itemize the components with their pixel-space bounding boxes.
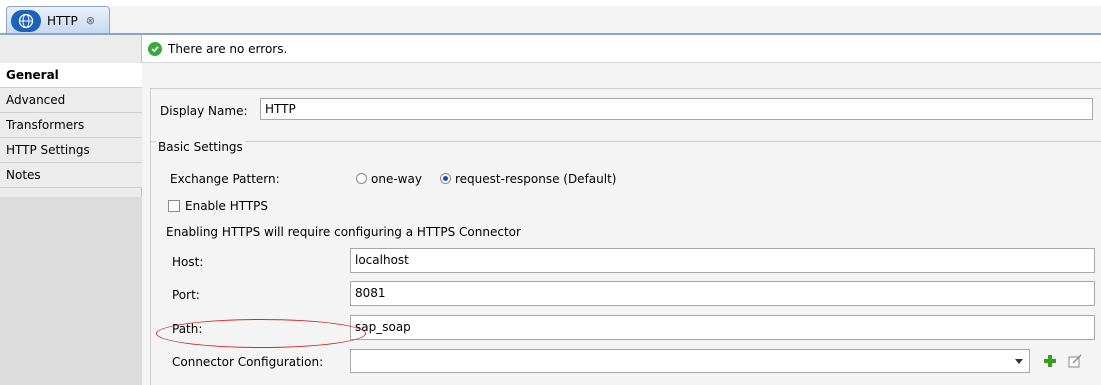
- nav-empty-area: [0, 197, 142, 385]
- connector-config-label: Connector Configuration:: [172, 355, 324, 369]
- nav-item-transformers[interactable]: Transformers: [0, 113, 142, 138]
- exchange-pattern-label: Exchange Pattern:: [170, 172, 280, 186]
- radio-one-way-label[interactable]: one-way: [371, 172, 422, 186]
- chevron-down-icon[interactable]: [1015, 359, 1023, 364]
- section-nav: General Advanced Transformers HTTP Setti…: [0, 63, 143, 188]
- display-name-label: Display Name:: [160, 104, 248, 118]
- tab-bar-background: [110, 6, 1101, 33]
- status-message: There are no errors.: [168, 41, 288, 56]
- enable-https-label[interactable]: Enable HTTPS: [185, 199, 268, 213]
- nav-item-general[interactable]: General: [0, 63, 143, 88]
- globe-icon: [11, 9, 41, 32]
- edit-icon[interactable]: [1068, 354, 1082, 368]
- path-input[interactable]: sap_soap: [350, 315, 1095, 340]
- radio-request-response-label[interactable]: request-response (Default): [455, 172, 616, 186]
- connector-config-select[interactable]: [350, 349, 1030, 373]
- radio-one-way[interactable]: [356, 173, 367, 184]
- nav-item-http-settings[interactable]: HTTP Settings: [0, 138, 142, 163]
- nav-item-notes[interactable]: Notes: [0, 163, 142, 188]
- host-input[interactable]: localhost: [350, 248, 1095, 273]
- tab-label: HTTP: [47, 13, 78, 28]
- enable-https-checkbox[interactable]: [168, 200, 180, 212]
- nav-item-advanced[interactable]: Advanced: [0, 88, 142, 113]
- tab-http[interactable]: HTTP ⊗: [6, 6, 110, 34]
- port-label: Port:: [172, 288, 200, 302]
- display-name-input[interactable]: HTTP: [260, 98, 1093, 120]
- add-icon[interactable]: [1043, 354, 1057, 368]
- port-input[interactable]: 8081: [350, 281, 1095, 306]
- basic-settings-legend: Basic Settings: [156, 140, 245, 154]
- close-icon[interactable]: ⊗: [86, 14, 95, 27]
- radio-request-response[interactable]: [440, 173, 451, 184]
- https-note: Enabling HTTPS will require configuring …: [166, 225, 521, 239]
- status-bar: There are no errors.: [142, 35, 1101, 63]
- path-highlight-annotation: [156, 319, 366, 348]
- editor-tab-bar: HTTP ⊗: [0, 0, 1101, 35]
- host-label: Host:: [172, 255, 204, 269]
- check-icon: [148, 41, 162, 56]
